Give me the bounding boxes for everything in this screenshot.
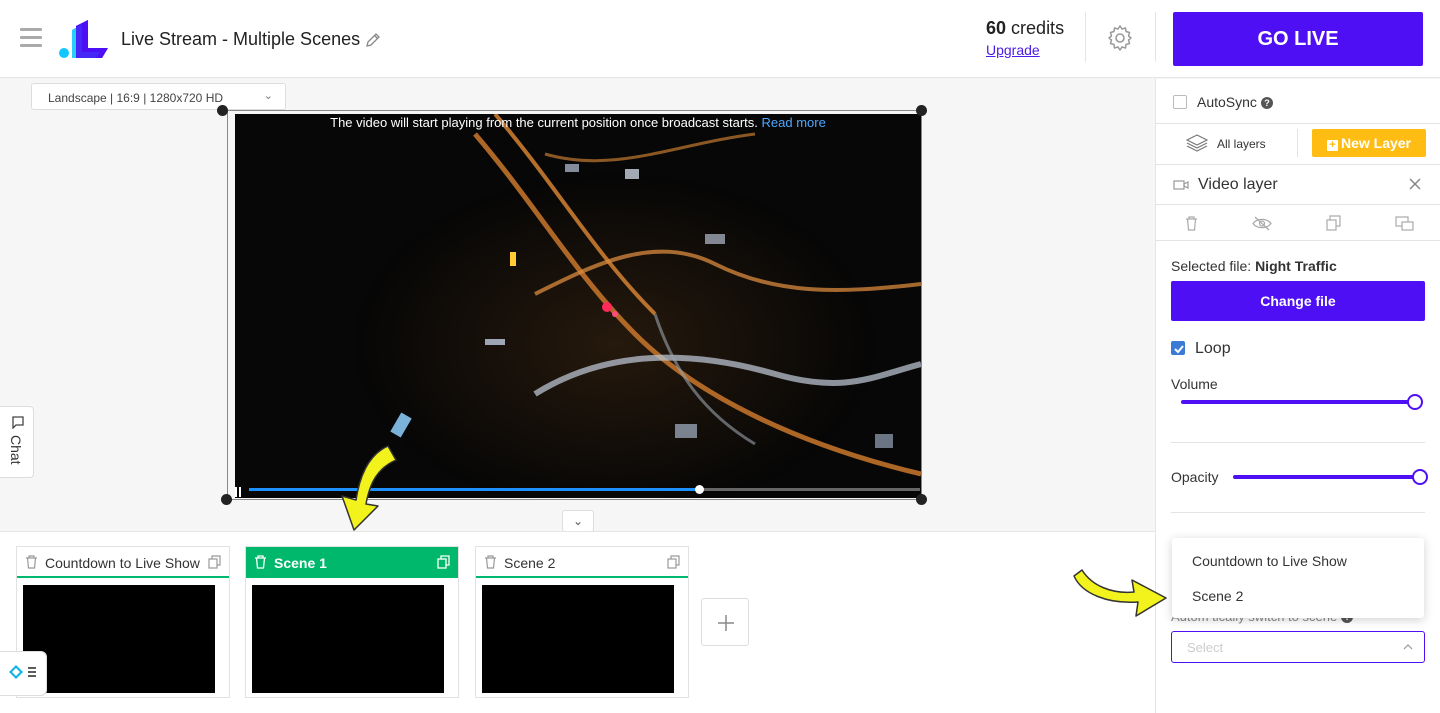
divider [1156, 123, 1440, 124]
copy-icon[interactable] [1326, 215, 1341, 231]
header-divider [1155, 12, 1156, 62]
trash-icon[interactable] [25, 555, 38, 569]
selected-file-label: Selected file: [1171, 258, 1252, 274]
resolution-value: Landscape | 16:9 | 1280x720 HD [48, 91, 224, 105]
video-camera-icon [1173, 180, 1189, 190]
credits-display: 60 credits [986, 18, 1064, 39]
selected-file: Selected file: Night Traffic [1171, 258, 1337, 274]
playback-scrubber[interactable] [694, 485, 704, 494]
auto-switch-scene-select[interactable]: Select [1171, 631, 1425, 663]
scene-name: Countdown to Live Show [45, 555, 200, 571]
read-more-link[interactable]: Read more [762, 115, 826, 130]
resize-handle-top-right[interactable] [916, 105, 927, 116]
close-icon[interactable] [1408, 177, 1422, 191]
playback-progress-fill [249, 488, 699, 491]
upgrade-link[interactable]: Upgrade [986, 42, 1040, 58]
go-live-button[interactable]: GO LIVE [1173, 12, 1423, 66]
eye-off-icon[interactable] [1252, 216, 1272, 231]
layer-title: Video layer [1198, 176, 1278, 193]
credits-label: credits [1011, 18, 1065, 38]
opacity-slider[interactable] [1233, 475, 1420, 479]
autosync-label: AutoSync [1197, 94, 1257, 110]
top-header: Live Stream - Multiple Scenes 60 credits… [0, 0, 1440, 78]
help-widget[interactable] [0, 651, 47, 696]
chevron-down-icon: ⌄ [572, 514, 584, 528]
chevron-up-icon [1403, 644, 1413, 650]
new-layer-button[interactable]: + New Layer [1312, 129, 1426, 157]
scene-name: Scene 1 [274, 555, 327, 571]
chat-tab[interactable]: Chat [0, 406, 34, 478]
scene-card[interactable]: Countdown to Live Show [16, 546, 230, 698]
credits-value: 60 [986, 18, 1007, 38]
divider [1171, 512, 1425, 513]
opacity-slider-handle[interactable] [1412, 469, 1428, 485]
collapse-scenes-button[interactable]: ⌄ [562, 510, 594, 532]
trash-icon[interactable] [254, 555, 267, 569]
autosync-row: AutoSync? [1197, 94, 1273, 110]
add-scene-button[interactable] [701, 598, 749, 646]
volume-label: Volume [1171, 376, 1218, 392]
move-to-scene-icon[interactable] [1395, 216, 1414, 231]
divider [1156, 240, 1440, 241]
help-icon[interactable]: ? [1260, 97, 1273, 109]
copy-icon[interactable] [208, 555, 221, 569]
resize-handle-top-left[interactable] [217, 105, 228, 116]
scene-thumbnail [23, 585, 215, 693]
scene-thumbnail [482, 585, 674, 693]
plus-square-icon: + [1326, 140, 1338, 151]
scene-card[interactable]: Scene 2 [475, 546, 689, 698]
selected-file-name: Night Traffic [1255, 258, 1337, 274]
dropdown-option[interactable]: Countdown to Live Show [1192, 553, 1347, 569]
resize-handle-bottom-left[interactable] [221, 494, 232, 505]
widget-icon [9, 665, 36, 679]
trash-icon[interactable] [484, 555, 497, 569]
header-divider [1085, 12, 1086, 62]
scene-header: Scene 1 [246, 547, 458, 578]
broadcast-notice: The video will start playing from the cu… [235, 114, 921, 130]
chat-label: Chat [8, 435, 24, 465]
chevron-down-icon: ⌄ [263, 90, 273, 102]
divider [1156, 164, 1440, 165]
resize-handle-bottom-right[interactable] [916, 494, 927, 505]
pause-icon[interactable] [235, 484, 243, 497]
select-placeholder: Select [1187, 640, 1224, 655]
notice-text: The video will start playing from the cu… [330, 115, 758, 130]
scene-thumbnail [252, 585, 444, 693]
change-file-button[interactable]: Change file [1171, 281, 1425, 321]
checkmark-icon [1174, 345, 1184, 354]
copy-icon[interactable] [667, 555, 680, 569]
opacity-label: Opacity [1171, 469, 1219, 485]
divider [1171, 442, 1425, 443]
loop-label: Loop [1195, 340, 1231, 357]
annotation-arrow [341, 445, 397, 531]
loop-checkbox[interactable] [1171, 341, 1185, 355]
all-layers-tab[interactable]: All layers [1217, 137, 1266, 151]
annotation-arrow [1073, 569, 1167, 617]
volume-slider-handle[interactable] [1407, 394, 1423, 410]
trash-icon[interactable] [1185, 216, 1198, 231]
copy-icon[interactable] [437, 555, 450, 569]
scene-card-active[interactable]: Scene 1 [245, 546, 459, 698]
pencil-icon[interactable] [364, 31, 382, 49]
menu-icon[interactable] [20, 28, 42, 48]
layers-icon [1186, 134, 1208, 152]
resolution-select[interactable]: Landscape | 16:9 | 1280x720 HD ⌄ [31, 83, 286, 110]
scene-name: Scene 2 [504, 555, 556, 571]
autosync-checkbox[interactable] [1173, 95, 1187, 109]
new-layer-label: New Layer [1340, 135, 1412, 151]
scene-header: Scene 2 [476, 547, 688, 578]
scene-header: Countdown to Live Show [17, 547, 229, 578]
app-logo [59, 20, 108, 58]
divider [1156, 204, 1440, 205]
chat-icon [12, 416, 24, 429]
dropdown-option[interactable]: Scene 2 [1192, 588, 1243, 604]
scene-dropdown-menu: Countdown to Live Show Scene 2 [1172, 538, 1424, 618]
gear-icon[interactable] [1106, 24, 1134, 52]
stream-title[interactable]: Live Stream - Multiple Scenes [121, 29, 360, 50]
plus-icon [718, 615, 734, 631]
volume-slider[interactable] [1181, 400, 1415, 404]
divider [1297, 129, 1298, 157]
